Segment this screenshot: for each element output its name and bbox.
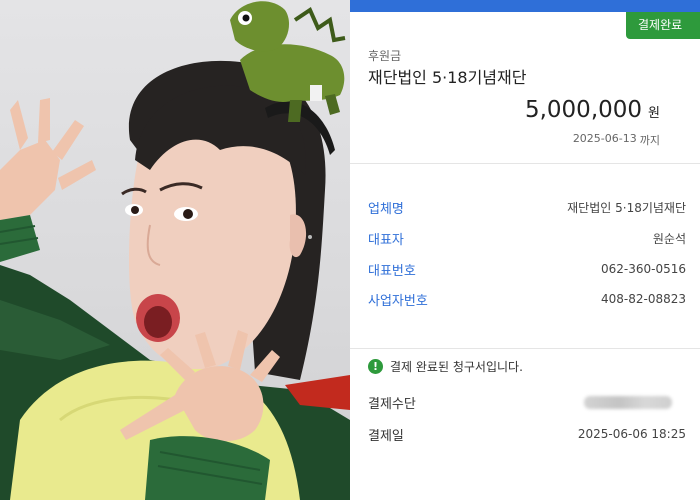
detail-label: 대표번호: [368, 263, 416, 279]
payment-method-row: 결제수단: [368, 392, 686, 412]
payment-complete-button[interactable]: 결제완료: [626, 12, 700, 39]
section-divider: [350, 348, 700, 349]
organization-title: 재단법인 5·18기념재단: [368, 68, 527, 87]
section-divider: [350, 163, 700, 164]
amount-value: 5,000,000: [524, 97, 643, 123]
amount-row: 5,000,000 원: [525, 97, 660, 123]
header-bar: [350, 0, 700, 12]
payment-date-label: 결제일: [368, 428, 404, 444]
detail-label: 업체명: [368, 201, 404, 217]
amount-currency: 원: [648, 106, 660, 121]
detail-row-phone: 대표번호 062-360-0516: [368, 259, 686, 279]
payment-complete-notice: ! 결제 완료된 청구서입니다.: [368, 358, 523, 375]
detail-row-business-number: 사업자번호 408-82-08823: [368, 289, 686, 309]
due-date-row: 2025-06-13 까지: [573, 132, 660, 148]
alert-check-icon: !: [368, 359, 383, 374]
photo-illustration: [0, 1, 350, 500]
detail-value: 408-82-08823: [600, 292, 686, 306]
detail-row-company: 업체명 재단법인 5·18기념재단: [368, 197, 686, 217]
detail-label: 대표자: [368, 232, 404, 248]
detail-value: 원순석: [652, 231, 686, 246]
notice-text: 결제 완료된 청구서입니다.: [390, 360, 523, 374]
due-date: 2025-06-13: [572, 132, 637, 145]
payment-method-label: 결제수단: [368, 396, 416, 412]
payment-date-value: 2025-06-06 18:25: [577, 427, 686, 441]
invoice-category: 후원금: [368, 49, 402, 63]
invoice-receipt: 결제완료 후원금 재단법인 5·18기념재단 5,000,000 원 2025-…: [350, 0, 700, 500]
payment-date-row: 결제일 2025-06-06 18:25: [368, 424, 686, 444]
detail-value: 재단법인 5·18기념재단: [567, 200, 686, 215]
detail-row-representative: 대표자 원순석: [368, 228, 686, 248]
profile-photo: [0, 0, 350, 500]
payment-method-blurred: [584, 395, 672, 409]
detail-value: 062-360-0516: [600, 262, 686, 276]
due-suffix: 까지: [639, 134, 660, 147]
detail-label: 사업자번호: [368, 293, 428, 309]
